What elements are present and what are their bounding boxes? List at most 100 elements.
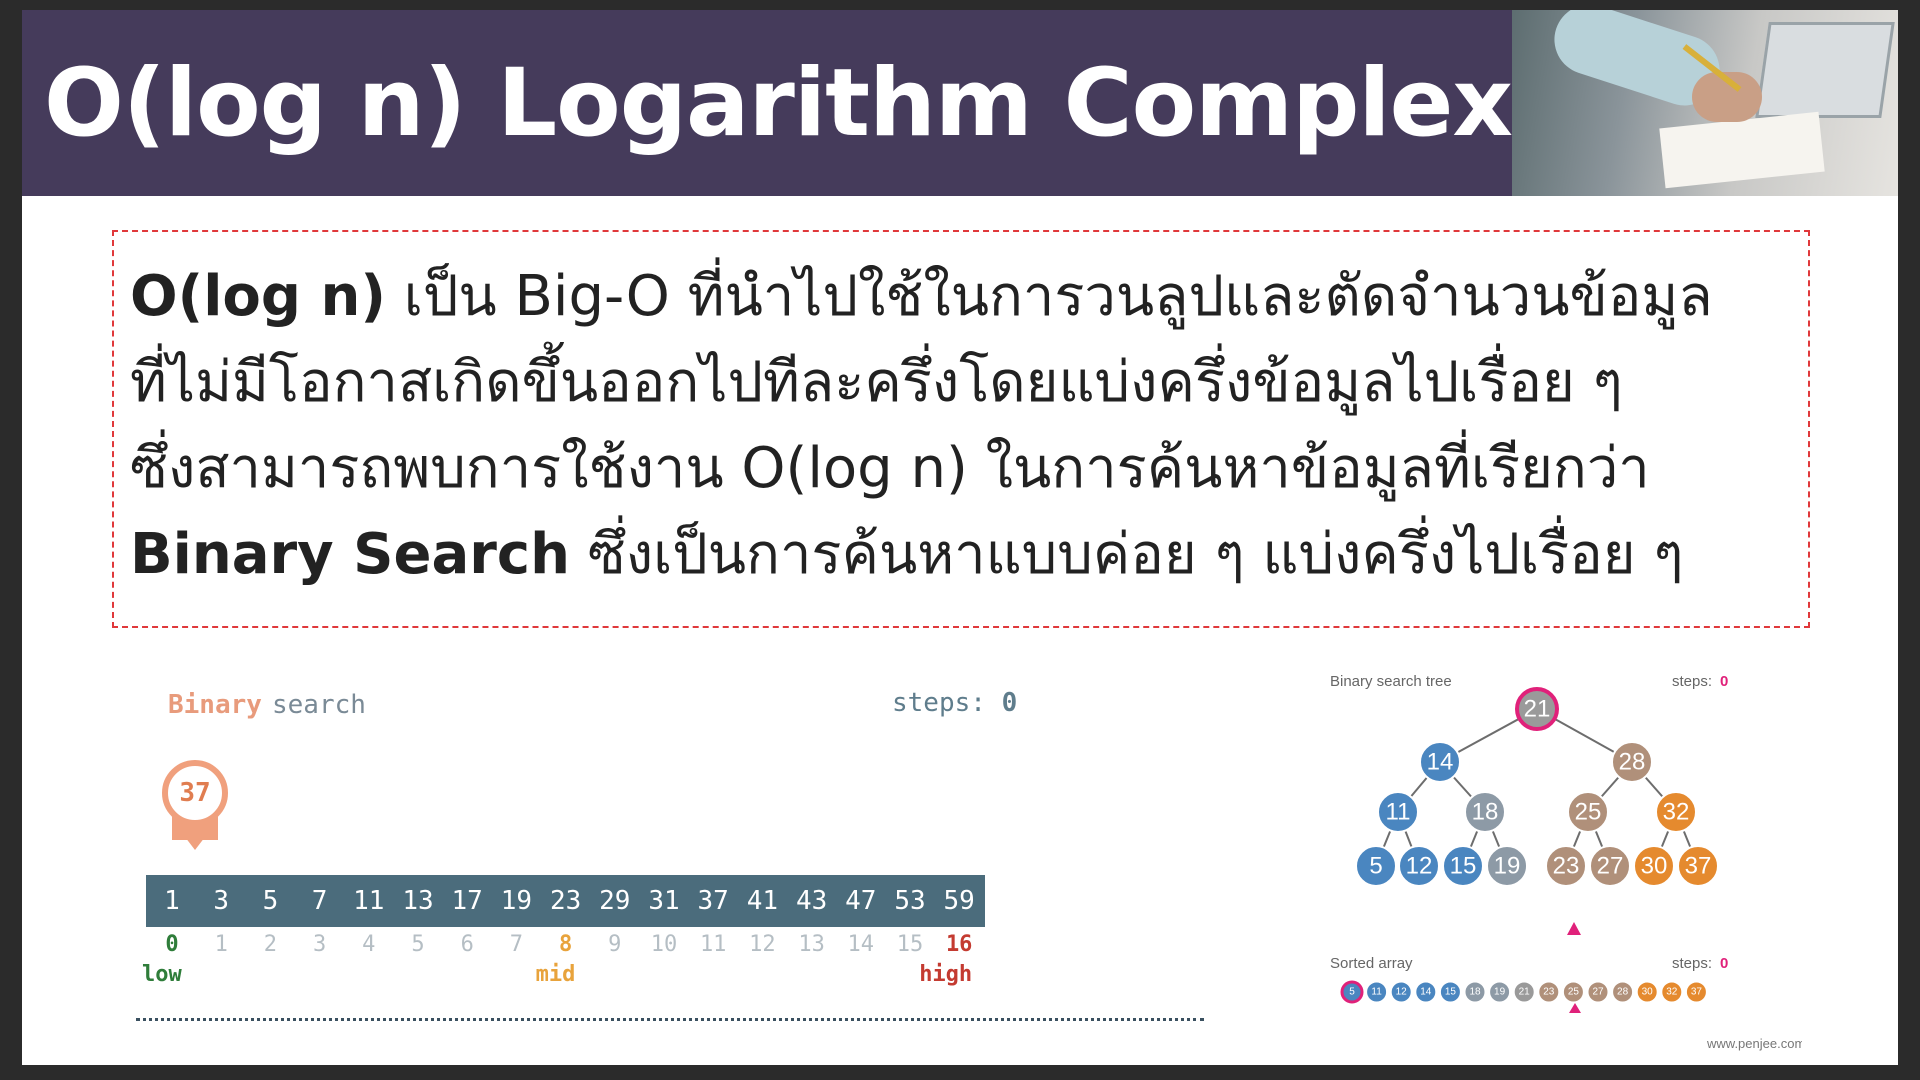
sorted-cell-label: 11 <box>1371 987 1382 998</box>
bst-node: 32 <box>1655 791 1697 833</box>
line-text: ซึ่งเป็นการค้นหาแบบค่อย ๆ แบ่งครึ่งไปเรื… <box>569 522 1684 587</box>
bst-node: 19 <box>1486 845 1528 887</box>
header-photo <box>1512 10 1898 196</box>
bst-node-label: 28 <box>1619 749 1646 776</box>
array-index: 0 <box>165 932 179 957</box>
bst-node: 23 <box>1545 845 1587 887</box>
bst-steps-value: 0 <box>1720 673 1728 690</box>
bst-node: 28 <box>1611 741 1653 783</box>
sorted-cell: 12 <box>1390 981 1412 1003</box>
sorted-cell: 14 <box>1415 981 1437 1003</box>
sorted-cell-label: 12 <box>1396 987 1408 998</box>
sorted-cell: 11 <box>1366 981 1388 1003</box>
sorted-cell-label: 19 <box>1494 987 1506 998</box>
bst-node-label: 19 <box>1494 853 1521 880</box>
sorted-cell: 21 <box>1513 981 1535 1003</box>
steps-label: steps: <box>892 688 986 718</box>
bst-node: 12 <box>1398 845 1440 887</box>
sorted-cell: 19 <box>1489 981 1511 1003</box>
array-index: 11 <box>699 932 727 957</box>
high-label: high <box>919 962 973 987</box>
sorted-cell-label: 14 <box>1420 987 1432 998</box>
array-index: 9 <box>608 932 622 957</box>
description-line-4: Binary Search ซึ่งเป็นการค้นหาแบบค่อย ๆ … <box>130 520 1683 590</box>
sorted-cell: 18 <box>1464 981 1486 1003</box>
line-text: ที่ไม่มีโอกาสเกิดขึ้นออกไปทีละครึ่งโดยแบ… <box>130 350 1623 415</box>
array-index: 3 <box>312 932 327 957</box>
array-index: 8 <box>558 932 573 957</box>
bst-node: 15 <box>1442 845 1484 887</box>
sorted-cell: 27 <box>1587 981 1609 1003</box>
steps-value: 0 <box>1001 688 1018 718</box>
bst-node-label: 27 <box>1597 853 1624 880</box>
array-cell: 7 <box>293 875 346 927</box>
array-cell: 19 <box>490 875 543 927</box>
array-index: 12 <box>749 932 776 957</box>
search-target: 37 <box>162 760 228 826</box>
sorted-cell: 28 <box>1612 981 1634 1003</box>
array-index: 13 <box>798 932 825 957</box>
array-cell: 5 <box>244 875 297 927</box>
bst-node-label: 32 <box>1663 799 1690 826</box>
array-index: 7 <box>509 932 524 957</box>
dotted-divider <box>136 1018 1204 1021</box>
array-index: 14 <box>847 932 875 957</box>
sorted-cell: 5 <box>1340 980 1364 1004</box>
sorted-cell-label: 23 <box>1543 987 1555 998</box>
slide: O(log n) Logarithm Complexity O(log n) เ… <box>22 10 1898 1065</box>
bst-node-label: 25 <box>1575 799 1602 826</box>
sorted-steps-value: 0 <box>1720 955 1728 972</box>
sorted-pointer-icon <box>1569 1003 1581 1013</box>
bst-node-label: 18 <box>1472 799 1499 826</box>
bst-diagram: Binary search tree steps: 0 21 14 28 11 18 25… <box>1330 673 1802 1051</box>
array-cell: 1 <box>146 875 198 927</box>
bst-node: 21 <box>1515 687 1559 731</box>
sorted-cell-label: 28 <box>1617 987 1629 998</box>
array-cell: 23 <box>539 875 592 927</box>
bst-node: 27 <box>1589 845 1631 887</box>
sorted-cell-label: 21 <box>1519 987 1531 998</box>
bst-node: 25 <box>1567 791 1609 833</box>
array-index: 15 <box>896 932 924 957</box>
bst-title: Binary search tree <box>1330 673 1452 690</box>
array-cell: 41 <box>736 875 789 927</box>
bs-title-binary: Binary <box>168 690 262 720</box>
sorted-cell: 23 <box>1538 981 1560 1003</box>
low-label: low <box>142 962 182 987</box>
description-line-2: ที่ไม่มีโอกาสเกิดขึ้นออกไปทีละครึ่งโดยแบ… <box>130 348 1623 418</box>
bst-node-label: 23 <box>1553 853 1580 880</box>
array-index: 10 <box>650 932 678 957</box>
bold-term: O(log n) <box>130 264 386 329</box>
array-cell: 17 <box>441 875 494 927</box>
sorted-cell-label: 18 <box>1469 987 1481 998</box>
array-index: 16 <box>945 932 973 957</box>
sorted-cell-label: 27 <box>1592 987 1604 998</box>
array-cell: 11 <box>342 875 395 927</box>
bst-node: 18 <box>1464 791 1506 833</box>
array-cell: 53 <box>884 875 936 927</box>
title-bar: O(log n) Logarithm Complexity <box>22 10 1648 196</box>
bst-node: 14 <box>1419 741 1461 783</box>
bs-steps: steps: 0 <box>892 688 1017 718</box>
array-cell: 3 <box>195 875 248 927</box>
array-cell: 29 <box>588 875 641 927</box>
line-text: เป็น Big-O ที่นำไปใช้ในการวนลูปและตัดจำน… <box>385 264 1713 329</box>
bst-node: 37 <box>1677 845 1719 887</box>
bst-node: 30 <box>1633 845 1675 887</box>
sorted-cell-label: 32 <box>1666 987 1678 998</box>
sorted-cell-label: 37 <box>1691 987 1703 998</box>
bst-node: 5 <box>1355 845 1397 887</box>
bst-node-label: 37 <box>1685 853 1712 880</box>
bst-node-label: 5 <box>1369 853 1382 880</box>
array-cell: 37 <box>687 875 740 927</box>
bst-panel: Binary search tree steps: 0 21 14 28 11 18 25… <box>1322 650 1802 1060</box>
sorted-title: Sorted array <box>1330 955 1413 972</box>
line-text: ซึ่งสามารถพบการใช้งาน O(log n) ในการค้นห… <box>130 436 1650 501</box>
sorted-array: 5 11 12 14 15 18 19 21 23 25 27 28 30 32 37 <box>1340 980 1707 1004</box>
sorted-cell-label: 25 <box>1568 987 1580 998</box>
bst-steps-label: steps: <box>1672 673 1712 690</box>
bst-nodes: 21 14 28 11 18 25 32 5 12 15 19 23 27 30 37 <box>1355 687 1719 887</box>
binary-search-panel: Binary search steps: 0 37 1 0 3 1 5 2 7 3 11 4 13 5… <box>122 660 1222 1040</box>
array-index: 6 <box>460 932 474 957</box>
array-cell: 43 <box>785 875 838 927</box>
